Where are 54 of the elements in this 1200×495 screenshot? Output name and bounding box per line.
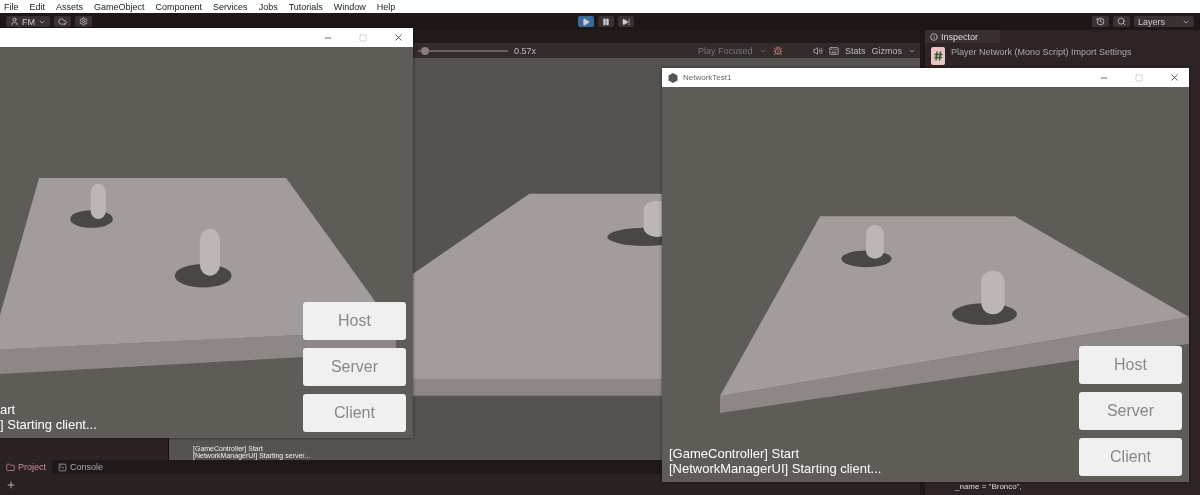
scale-value: 0.57x [514, 45, 537, 56]
search-icon [1117, 17, 1126, 26]
stats-button[interactable]: Stats [844, 45, 866, 56]
pause-button[interactable] [598, 16, 614, 27]
step-button[interactable] [618, 16, 634, 27]
speaker-icon[interactable] [812, 45, 823, 56]
play-button[interactable] [578, 16, 594, 27]
menu-item[interactable]: Jobs [258, 1, 278, 12]
gizmos-button[interactable]: Gizmos [871, 45, 902, 56]
user-icon [10, 17, 19, 26]
bug-icon[interactable] [772, 45, 783, 56]
step-icon [622, 17, 630, 26]
menu-item[interactable]: Window [333, 1, 366, 12]
log-line: [NetworkManagerUI] Starting client... [669, 461, 882, 476]
history-button[interactable] [1092, 16, 1109, 27]
search-button[interactable] [1113, 16, 1130, 27]
menu-item[interactable]: Help [376, 1, 396, 12]
inspector-tab[interactable]: Inspector [925, 30, 1000, 43]
menu-item[interactable]: Assets [56, 1, 84, 12]
add-icon[interactable] [6, 480, 16, 490]
panel-tab[interactable]: Project [0, 460, 52, 474]
log-line: [GameController] Start [669, 446, 801, 461]
cube-icon [668, 72, 678, 83]
play-icon [582, 17, 590, 26]
close-icon [392, 32, 404, 43]
scale-slider[interactable] [418, 49, 508, 52]
menu-item[interactable]: File [4, 1, 19, 12]
menu-item[interactable]: GameObject [94, 1, 145, 12]
log-line: ] Starting client... [0, 417, 97, 432]
pause-icon [602, 17, 610, 26]
settings-icon [79, 17, 88, 26]
cloud-button[interactable] [54, 16, 71, 27]
close-icon [1168, 72, 1180, 83]
panel-tab[interactable]: Console [52, 460, 110, 474]
folder-icon [6, 462, 15, 472]
code-line: _name = "Bronco", [955, 482, 1022, 491]
history-icon [1096, 17, 1105, 26]
menu-item[interactable]: Tutorials [288, 1, 323, 12]
menu-item[interactable]: Services [213, 1, 248, 12]
cloud-icon [58, 17, 67, 26]
account-button[interactable]: FM [6, 16, 50, 27]
script-icon [931, 47, 945, 65]
log-line: art [0, 402, 17, 417]
console-icon [58, 462, 67, 472]
layers-dropdown[interactable]: Layers [1134, 16, 1194, 27]
menu-item[interactable]: Component [155, 1, 203, 12]
inspector-title: Player Network (Mono Script) Import Settings [951, 47, 1132, 59]
settings-button[interactable] [75, 16, 92, 27]
menu-item[interactable]: Edit [29, 1, 46, 12]
keyboard-icon[interactable] [828, 45, 839, 56]
info-icon [930, 32, 938, 41]
window-title: NetworkTest1 [683, 73, 732, 82]
maximize-icon [359, 33, 367, 42]
maximize-icon [1135, 73, 1143, 82]
